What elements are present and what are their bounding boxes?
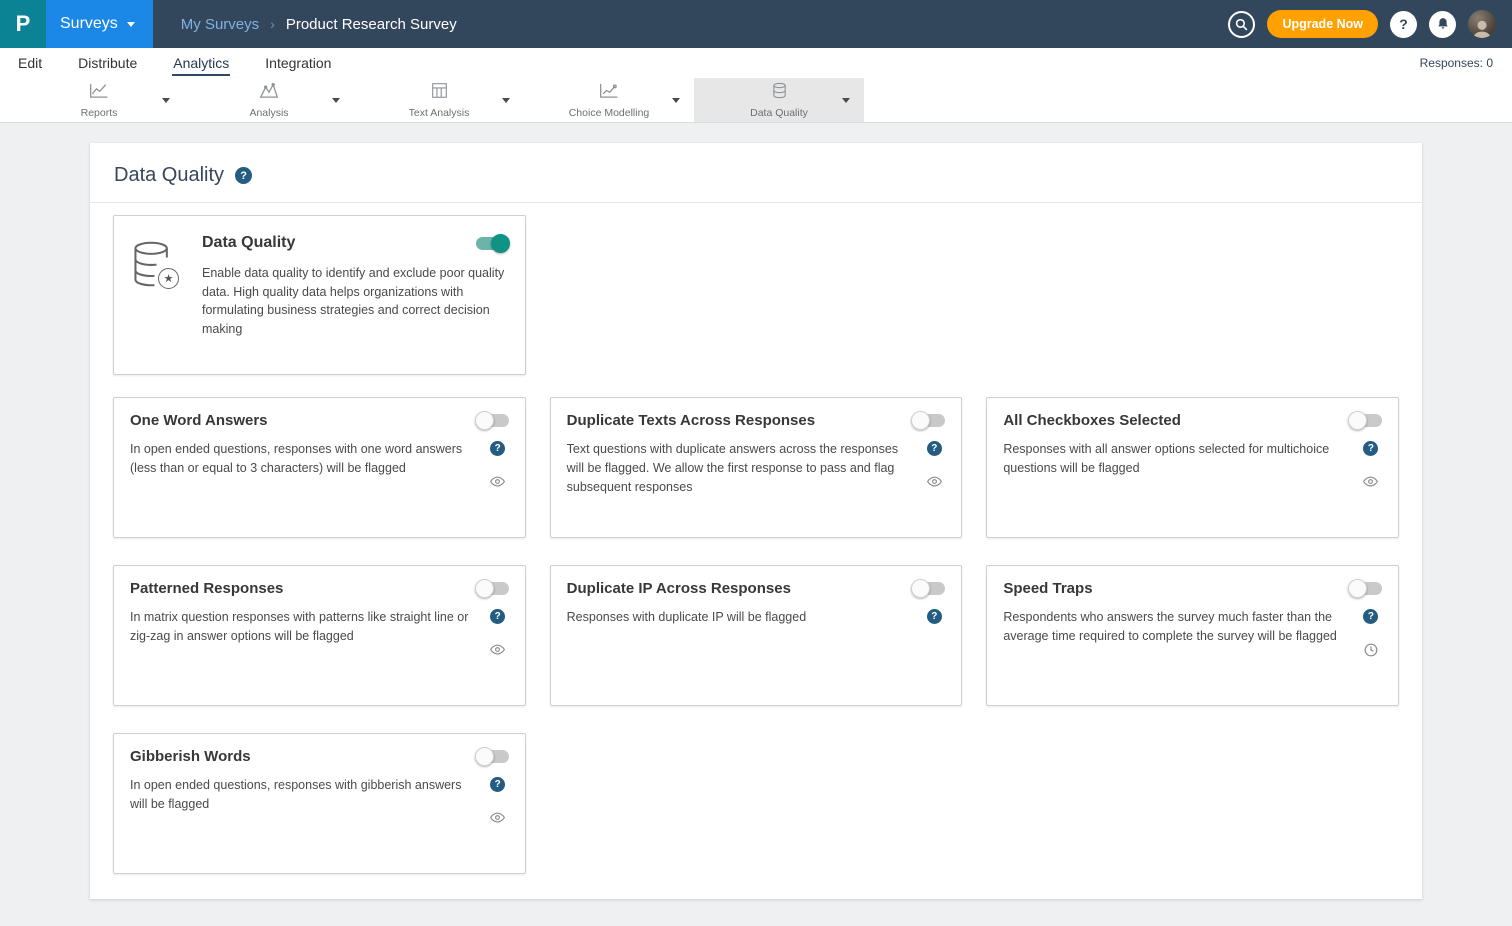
help-icon[interactable]: ?: [927, 609, 942, 624]
survey-nav: Edit Distribute Analytics Integration Re…: [0, 48, 1512, 78]
card-all-checkboxes: All Checkboxes Selected Responses with a…: [986, 397, 1399, 538]
tab-label: Reports: [81, 107, 118, 119]
data-quality-database-icon: ★: [130, 234, 182, 356]
speed-traps-toggle[interactable]: [1349, 582, 1382, 595]
questionpro-logo[interactable]: P: [0, 0, 46, 48]
breadcrumb: My Surveys › Product Research Survey: [181, 16, 457, 33]
card-description: In matrix question responses with patter…: [130, 608, 477, 656]
tab-analysis[interactable]: Analysis: [184, 78, 354, 122]
card-description: Enable data quality to identify and excl…: [202, 264, 509, 338]
topbar-actions: Upgrade Now ?: [1228, 10, 1512, 38]
help-icon[interactable]: ?: [490, 609, 505, 624]
card-title: Data Quality: [202, 234, 295, 252]
card-description: In open ended questions, responses with …: [130, 440, 477, 488]
patterned-responses-toggle[interactable]: [476, 582, 509, 595]
clock-icon[interactable]: [1364, 643, 1378, 657]
tab-label: Analysis: [249, 107, 288, 119]
chevron-down-icon[interactable]: [332, 98, 340, 103]
area-chart-icon: [259, 82, 279, 104]
card-title: All Checkboxes Selected: [1003, 412, 1181, 429]
help-icon[interactable]: ?: [927, 441, 942, 456]
card-title: Gibberish Words: [130, 748, 251, 765]
tab-label: Data Quality: [750, 107, 808, 119]
top-bar: P Surveys My Surveys › Product Research …: [0, 0, 1512, 48]
nav-item-distribute[interactable]: Distribute: [77, 50, 138, 76]
card-speed-traps: Speed Traps Respondents who answers the …: [986, 565, 1399, 706]
table-icon: [431, 82, 448, 104]
data-quality-master-card: ★ Data Quality Enable data quality to id…: [113, 215, 526, 375]
cards-area: ★ Data Quality Enable data quality to id…: [90, 203, 1422, 900]
product-menu-surveys[interactable]: Surveys: [46, 0, 153, 48]
tab-reports[interactable]: Reports: [14, 78, 184, 122]
tab-label: Text Analysis: [409, 107, 470, 119]
quality-star-badge-icon: ★: [158, 268, 179, 289]
nav-item-analytics[interactable]: Analytics: [172, 50, 230, 76]
database-icon: [771, 82, 788, 104]
data-quality-toggle[interactable]: [476, 237, 509, 250]
help-icon[interactable]: ?: [1363, 609, 1378, 624]
main-content: Data Quality ? ★ Data: [0, 123, 1512, 899]
card-title: Speed Traps: [1003, 580, 1092, 597]
chevron-down-icon[interactable]: [842, 98, 850, 103]
panel-header: Data Quality ?: [90, 143, 1422, 203]
breadcrumb-my-surveys[interactable]: My Surveys: [181, 16, 259, 33]
preview-eye-icon[interactable]: [1363, 475, 1378, 488]
card-title: Patterned Responses: [130, 580, 283, 597]
card-description: Responses with duplicate IP will be flag…: [567, 608, 914, 627]
card-duplicate-texts: Duplicate Texts Across Responses Text qu…: [550, 397, 963, 538]
card-title: Duplicate IP Across Responses: [567, 580, 791, 597]
tab-label: Choice Modelling: [569, 107, 650, 119]
search-icon[interactable]: [1228, 11, 1255, 38]
preview-eye-icon[interactable]: [927, 475, 942, 488]
product-menu-label: Surveys: [60, 15, 118, 33]
notifications-bell-icon[interactable]: [1429, 11, 1456, 38]
analytics-toolbar: Reports Analysis Text Analysis Choice Mo…: [0, 78, 1512, 123]
preview-eye-icon[interactable]: [490, 475, 505, 488]
preview-eye-icon[interactable]: [490, 811, 505, 824]
page-help-icon[interactable]: ?: [235, 167, 252, 184]
help-icon[interactable]: ?: [490, 441, 505, 456]
all-checkboxes-toggle[interactable]: [1349, 414, 1382, 427]
breadcrumb-separator-icon: ›: [270, 16, 275, 32]
line-chart-icon: [89, 82, 109, 104]
responses-count: Responses: 0: [1420, 56, 1493, 70]
chevron-down-icon[interactable]: [672, 98, 680, 103]
card-title: One Word Answers: [130, 412, 268, 429]
page-title: Data Quality: [114, 164, 224, 187]
card-description: In open ended questions, responses with …: [130, 776, 477, 824]
breadcrumb-current-survey: Product Research Survey: [286, 16, 457, 33]
tab-choice-modelling[interactable]: Choice Modelling: [524, 78, 694, 122]
model-chart-icon: [599, 82, 619, 104]
duplicate-ip-toggle[interactable]: [912, 582, 945, 595]
card-gibberish-words: Gibberish Words In open ended questions,…: [113, 733, 526, 874]
duplicate-texts-toggle[interactable]: [912, 414, 945, 427]
card-description: Text questions with duplicate answers ac…: [567, 440, 914, 496]
card-one-word-answers: One Word Answers In open ended questions…: [113, 397, 526, 538]
help-icon[interactable]: ?: [490, 777, 505, 792]
card-description: Respondents who answers the survey much …: [1003, 608, 1350, 657]
gibberish-words-toggle[interactable]: [476, 750, 509, 763]
one-word-answers-toggle[interactable]: [476, 414, 509, 427]
card-duplicate-ip: Duplicate IP Across Responses Responses …: [550, 565, 963, 706]
tab-text-analysis[interactable]: Text Analysis: [354, 78, 524, 122]
preview-eye-icon[interactable]: [490, 643, 505, 656]
chevron-down-icon[interactable]: [502, 98, 510, 103]
card-description: Responses with all answer options select…: [1003, 440, 1350, 488]
chevron-down-icon: [127, 22, 135, 27]
nav-item-integration[interactable]: Integration: [264, 50, 332, 76]
card-title: Duplicate Texts Across Responses: [567, 412, 815, 429]
user-avatar[interactable]: [1468, 10, 1496, 38]
help-icon[interactable]: ?: [1363, 441, 1378, 456]
quality-checks-grid: One Word Answers In open ended questions…: [113, 397, 1399, 874]
nav-item-edit[interactable]: Edit: [17, 50, 43, 76]
chevron-down-icon[interactable]: [162, 98, 170, 103]
upgrade-now-button[interactable]: Upgrade Now: [1267, 10, 1378, 38]
data-quality-panel: Data Quality ? ★ Data: [90, 143, 1422, 899]
card-patterned-responses: Patterned Responses In matrix question r…: [113, 565, 526, 706]
help-icon[interactable]: ?: [1390, 11, 1417, 38]
tab-data-quality[interactable]: Data Quality: [694, 78, 864, 122]
